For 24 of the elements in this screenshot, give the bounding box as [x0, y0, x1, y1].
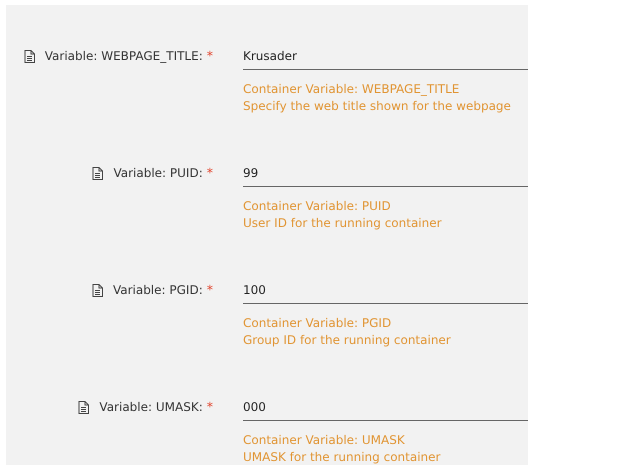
document-icon — [92, 166, 104, 180]
input-field[interactable]: 99 — [243, 159, 528, 187]
field-description: User ID for the running container — [243, 215, 443, 232]
field-description: Container Variable: PGID — [243, 315, 392, 332]
required-mark: * — [206, 46, 213, 65]
field-label: Variable: PUID: — [113, 165, 203, 182]
required-mark: * — [206, 280, 213, 299]
input-field[interactable]: 000 — [243, 393, 528, 421]
field-description: Container Variable: WEBPAGE_TITLE — [243, 81, 460, 98]
field-description: Specify the web title shown for the webpage — [243, 98, 512, 115]
field-description: Container Variable: PUID — [243, 198, 392, 215]
field-description: Container Variable: UMASK — [243, 432, 406, 449]
document-icon — [92, 284, 103, 296]
document-icon — [24, 50, 35, 62]
required-mark: * — [206, 398, 213, 416]
input-field[interactable]: 100 — [243, 276, 528, 304]
field-label: Variable: WEBPAGE_TITLE: — [44, 48, 203, 65]
document-icon — [78, 400, 90, 414]
field-description: Group ID for the running container — [243, 332, 452, 349]
field-label: Variable: PGID: — [112, 282, 203, 299]
required-mark: * — [206, 164, 213, 182]
input-field[interactable]: Krusader — [243, 42, 528, 70]
field-description: UMASK for the running container — [243, 449, 442, 466]
field-label: Variable: UMASK: — [99, 399, 203, 416]
